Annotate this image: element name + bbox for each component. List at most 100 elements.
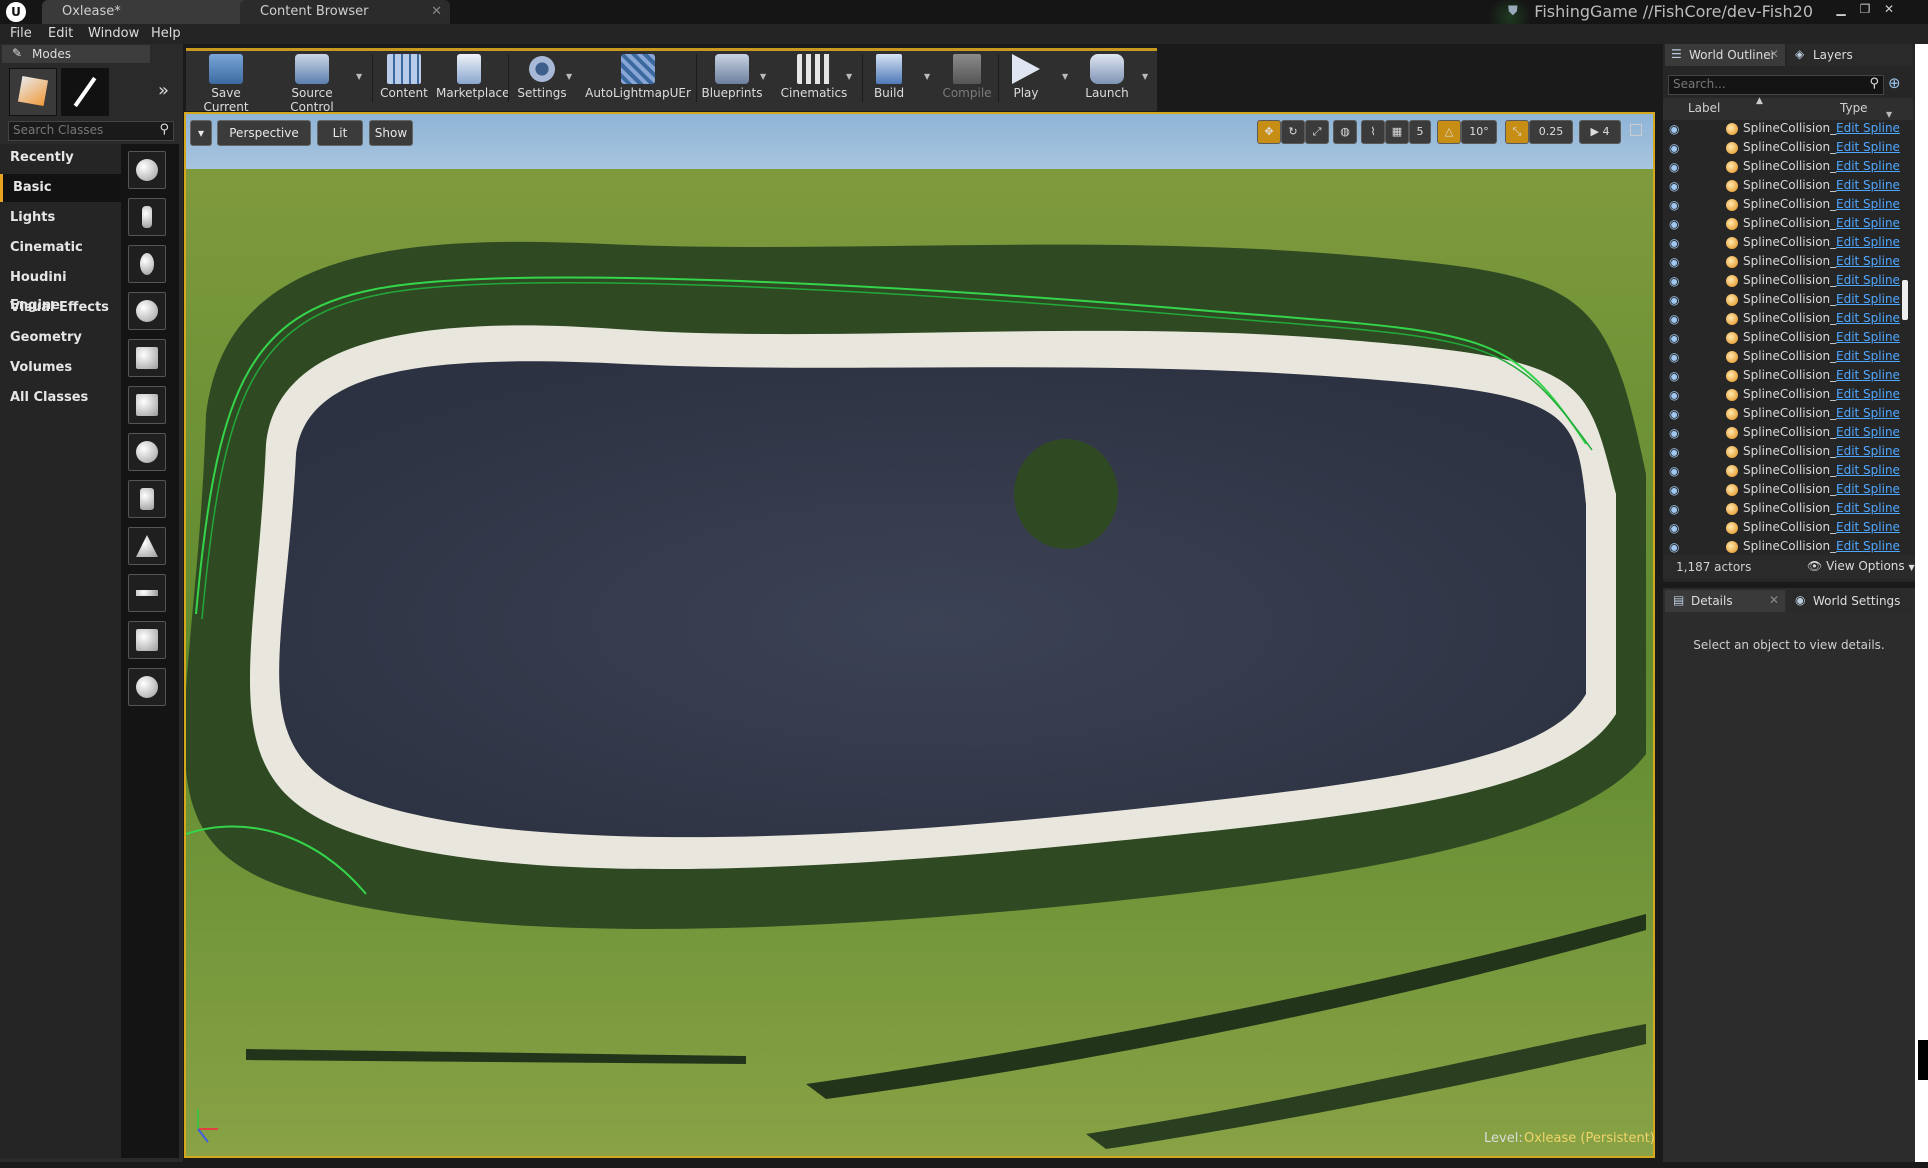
visibility-eye-icon[interactable]: ◉: [1669, 331, 1687, 345]
outliner-row[interactable]: ◉ SplineCollision_ Edit Spline: [1663, 139, 1905, 158]
character-icon[interactable]: [128, 198, 166, 236]
edit-spline-link[interactable]: Edit Spline: [1836, 121, 1900, 135]
outliner-row[interactable]: ◉ SplineCollision_ Edit Spline: [1663, 177, 1905, 196]
rotation-snap-value[interactable]: 10°: [1461, 120, 1497, 144]
tab-world-outliner[interactable]: ☰ World Outliner ✕: [1665, 44, 1785, 66]
visibility-eye-icon[interactable]: ◉: [1669, 255, 1687, 269]
edit-spline-link[interactable]: Edit Spline: [1836, 216, 1900, 230]
content-button[interactable]: Content: [378, 50, 430, 106]
cinematics-button[interactable]: Cinematics: [776, 50, 852, 106]
rotation-snap-icon[interactable]: △: [1437, 120, 1461, 144]
pawn-icon[interactable]: [128, 245, 166, 283]
close-details-icon[interactable]: ✕: [1769, 593, 1779, 607]
source-control-button[interactable]: Source Control: [271, 50, 353, 114]
marketplace-button[interactable]: Marketplace: [436, 50, 510, 106]
category-all-classes[interactable]: All Classes: [0, 384, 121, 412]
blueprints-dropdown-icon[interactable]: ▼: [760, 72, 766, 81]
outliner-row[interactable]: ◉ SplineCollision_ Edit Spline: [1663, 120, 1905, 139]
player-start-icon[interactable]: [128, 339, 166, 377]
edit-spline-link[interactable]: Edit Spline: [1836, 311, 1900, 325]
box-trigger-icon[interactable]: [128, 621, 166, 659]
paint-mode-button[interactable]: [61, 68, 109, 116]
menu-edit[interactable]: Edit: [48, 24, 73, 44]
build-button[interactable]: Build: [868, 50, 910, 106]
level-viewport[interactable]: [184, 112, 1655, 1158]
visibility-eye-icon[interactable]: ◉: [1669, 141, 1687, 155]
tab-modes[interactable]: ✎ Modes: [2, 45, 150, 63]
launch-button[interactable]: Launch: [1082, 50, 1132, 106]
outliner-row[interactable]: ◉ SplineCollision_ Edit Spline: [1663, 367, 1905, 386]
visibility-eye-icon[interactable]: ◉: [1669, 217, 1687, 231]
play-button[interactable]: Play: [1004, 50, 1048, 106]
tab-level[interactable]: Oxlease*: [42, 0, 257, 24]
visibility-eye-icon[interactable]: ◉: [1669, 236, 1687, 250]
visibility-eye-icon[interactable]: ◉: [1669, 388, 1687, 402]
edit-spline-link[interactable]: Edit Spline: [1836, 197, 1900, 211]
category-visual-effects[interactable]: Visual Effects: [0, 294, 121, 322]
tab-content-browser[interactable]: Content Browser ✕: [240, 0, 450, 24]
edit-spline-link[interactable]: Edit Spline: [1836, 482, 1900, 496]
visibility-eye-icon[interactable]: ◉: [1669, 464, 1687, 478]
edit-spline-link[interactable]: Edit Spline: [1836, 387, 1900, 401]
visibility-eye-icon[interactable]: ◉: [1669, 540, 1687, 554]
settings-button[interactable]: Settings: [514, 50, 570, 106]
edit-spline-link[interactable]: Edit Spline: [1836, 425, 1900, 439]
category-geometry[interactable]: Geometry: [0, 324, 121, 352]
scale-snap-value[interactable]: 0.25: [1529, 120, 1573, 144]
visibility-eye-icon[interactable]: ◉: [1669, 274, 1687, 288]
type-dropdown-icon[interactable]: ▼: [1886, 110, 1892, 119]
outliner-row[interactable]: ◉ SplineCollision_ Edit Spline: [1663, 481, 1905, 500]
edit-spline-link[interactable]: Edit Spline: [1836, 520, 1900, 534]
cinematics-dropdown-icon[interactable]: ▼: [846, 72, 852, 81]
category-cinematic[interactable]: Cinematic: [0, 234, 121, 262]
outliner-row[interactable]: ◉ SplineCollision_ Edit Spline: [1663, 310, 1905, 329]
outliner-row[interactable]: ◉ SplineCollision_ Edit Spline: [1663, 329, 1905, 348]
cylinder-icon[interactable]: [128, 480, 166, 518]
save-current-button[interactable]: Save Current: [190, 50, 262, 114]
perspective-button[interactable]: Perspective: [217, 120, 311, 146]
visibility-eye-icon[interactable]: ◉: [1669, 369, 1687, 383]
category-basic[interactable]: Basic: [0, 174, 121, 202]
outliner-row[interactable]: ◉ SplineCollision_ Edit Spline: [1663, 405, 1905, 424]
autolightmap-button[interactable]: AutoLightmapUEr: [584, 50, 692, 106]
label-column-header[interactable]: Label: [1688, 101, 1720, 115]
scale-snap-icon[interactable]: ⤡: [1505, 120, 1529, 144]
rotate-mode-icon[interactable]: ↻: [1281, 120, 1305, 144]
search-classes-input[interactable]: Search Classes ⚲: [8, 121, 174, 141]
type-column-header[interactable]: Type: [1840, 101, 1868, 115]
settings-dropdown-icon[interactable]: ▼: [566, 72, 572, 81]
edit-spline-link[interactable]: Edit Spline: [1836, 406, 1900, 420]
edit-spline-link[interactable]: Edit Spline: [1836, 292, 1900, 306]
outliner-row[interactable]: ◉ SplineCollision_ Edit Spline: [1663, 443, 1905, 462]
visibility-eye-icon[interactable]: ◉: [1669, 293, 1687, 307]
close-tab-icon[interactable]: ✕: [431, 0, 442, 24]
view-options-button[interactable]: 👁 View Options ▼: [1807, 559, 1915, 573]
sphere-icon[interactable]: [128, 433, 166, 471]
grid-snap-icon[interactable]: ▦: [1385, 120, 1409, 144]
play-dropdown-icon[interactable]: ▼: [1062, 72, 1068, 81]
visibility-eye-icon[interactable]: ◉: [1669, 179, 1687, 193]
visibility-eye-icon[interactable]: ◉: [1669, 426, 1687, 440]
tab-details[interactable]: ▤ Details ✕: [1665, 590, 1785, 612]
outliner-row[interactable]: ◉ SplineCollision_ Edit Spline: [1663, 272, 1905, 291]
outliner-row[interactable]: ◉ SplineCollision_ Edit Spline: [1663, 519, 1905, 538]
world-space-icon[interactable]: ◍: [1333, 120, 1357, 144]
grid-snap-value[interactable]: 5: [1409, 120, 1431, 144]
blueprints-button[interactable]: Blueprints: [700, 50, 764, 106]
visibility-eye-icon[interactable]: ◉: [1669, 122, 1687, 136]
tab-world-settings[interactable]: ◉ World Settings: [1787, 590, 1912, 612]
outliner-row[interactable]: ◉ SplineCollision_ Edit Spline: [1663, 291, 1905, 310]
compile-button[interactable]: Compile: [942, 50, 992, 106]
maximize-viewport-icon[interactable]: [1630, 124, 1642, 136]
menu-window[interactable]: Window: [88, 24, 139, 44]
visibility-eye-icon[interactable]: ◉: [1669, 160, 1687, 174]
sphere-trigger-icon[interactable]: [128, 668, 166, 706]
outliner-row[interactable]: ◉ SplineCollision_ Edit Spline: [1663, 196, 1905, 215]
category-houdini-engine[interactable]: Houdini Engine: [0, 264, 121, 313]
plane-icon[interactable]: [128, 574, 166, 612]
cone-icon[interactable]: [128, 527, 166, 565]
visibility-eye-icon[interactable]: ◉: [1669, 502, 1687, 516]
menu-help[interactable]: Help: [151, 24, 181, 44]
scale-mode-icon[interactable]: ⤢: [1305, 120, 1329, 144]
add-filter-icon[interactable]: ⊕: [1888, 74, 1901, 92]
